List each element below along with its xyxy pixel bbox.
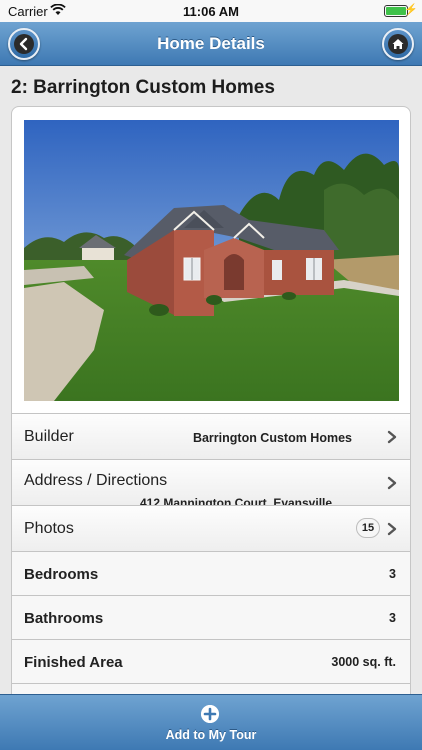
- builder-value: Barrington Custom Homes: [192, 431, 352, 445]
- builder-label: Builder: [24, 428, 74, 445]
- builder-row[interactable]: Builder Barrington Custom Homes: [12, 413, 410, 459]
- home-photo[interactable]: [24, 120, 399, 401]
- bedrooms-label: Bedrooms: [24, 566, 99, 583]
- photos-label: Photos: [24, 520, 74, 537]
- nav-header: Home Details: [0, 22, 422, 66]
- page-title: Home Details: [157, 34, 265, 53]
- add-to-tour-label: Add to My Tour: [165, 728, 257, 742]
- details-list: Builder Barrington Custom Homes Address …: [12, 413, 410, 727]
- home-icon: [388, 34, 408, 54]
- chevron-right-icon: [387, 430, 397, 444]
- listing-heading: 2: Barrington Custom Homes: [11, 77, 275, 98]
- bedrooms-value: 3: [389, 567, 396, 581]
- charging-icon: ⚡: [404, 4, 418, 16]
- photos-count-badge: 15: [356, 518, 380, 538]
- bathrooms-label: Bathrooms: [24, 610, 104, 627]
- details-card: Builder Barrington Custom Homes Address …: [11, 106, 411, 746]
- house-image: [24, 120, 399, 401]
- finished-area-label: Finished Area: [24, 654, 123, 671]
- status-bar: Carrier 11:06 AM ⚡: [0, 0, 422, 22]
- bathrooms-row: Bathrooms 3: [12, 595, 410, 639]
- home-button[interactable]: [382, 28, 414, 60]
- clock: 11:06 AM: [183, 4, 239, 19]
- plus-icon: [201, 705, 219, 723]
- bedrooms-row: Bedrooms 3: [12, 551, 410, 595]
- finished-area-row: Finished Area 3000 sq. ft.: [12, 639, 410, 683]
- add-to-tour-button[interactable]: Add to My Tour: [0, 694, 422, 750]
- address-label: Address / Directions: [24, 472, 168, 489]
- finished-area-value: 3000 sq. ft.: [331, 655, 396, 669]
- chevron-right-icon: [387, 522, 397, 536]
- address-row[interactable]: Address / Directions 412 Mannington Cour…: [12, 459, 410, 510]
- photos-row[interactable]: Photos 15: [12, 505, 410, 551]
- chevron-right-icon: [387, 476, 397, 490]
- bathrooms-value: 3: [389, 611, 396, 625]
